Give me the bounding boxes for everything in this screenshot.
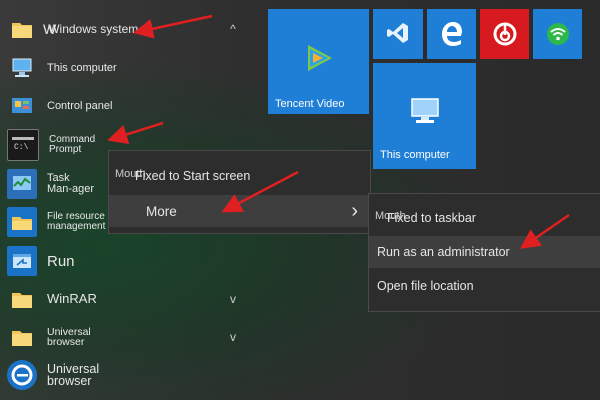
menu-item-open-file-location[interactable]: Open file location [369, 270, 600, 302]
menu-item-label: Fixed to Start screen [135, 169, 251, 183]
menu-item-label: Run as an administrator [377, 245, 510, 259]
chevron-down-icon[interactable]: v [226, 330, 240, 344]
tile-wifi[interactable] [533, 9, 582, 59]
app-label: Run [47, 252, 75, 270]
app-label: Universal browser [47, 326, 91, 348]
command-prompt-icon: C:\ [7, 129, 39, 161]
chevron-up-icon[interactable]: ^ [226, 22, 240, 36]
app-label: Control panel [47, 100, 113, 112]
folder-icon [7, 14, 37, 44]
wifi-icon [547, 23, 569, 45]
chevron-down-icon[interactable]: v [226, 292, 240, 306]
run-icon [7, 246, 37, 276]
tile-label: Tencent Video [275, 98, 345, 110]
computer-icon [411, 98, 439, 123]
app-label: Task Man-ager [47, 172, 95, 195]
chevron-right-icon: › [351, 200, 358, 222]
group-universal-browser[interactable]: Universal browser v [0, 318, 250, 356]
submenu: Mouth Fixed to taskbar Run as an adminis… [368, 193, 600, 312]
menu-item-run-as-admin[interactable]: Run as an administrator [369, 236, 600, 268]
app-file-explorer[interactable]: File resource management [0, 203, 115, 241]
app-label: This computer [47, 62, 117, 74]
svg-text:C:\: C:\ [14, 143, 29, 152]
file-explorer-icon [7, 207, 37, 237]
menu-item-label: Open file location [377, 279, 474, 293]
folder-icon [7, 284, 37, 314]
group-label: Windows system [48, 22, 139, 36]
app-label: Universal browser [47, 362, 100, 388]
app-this-computer[interactable]: This computer [0, 49, 117, 87]
app-command-prompt[interactable]: C:\ Command Prompt [0, 126, 119, 164]
computer-icon [7, 53, 37, 83]
netease-music-icon [493, 22, 517, 46]
tile-edge[interactable] [427, 9, 476, 59]
menu-item-pin-start[interactable]: Mouth Fixed to Start screen [109, 160, 370, 192]
app-task-manager[interactable]: Task Man-ager [0, 165, 95, 203]
tile-visual-studio[interactable] [373, 9, 423, 59]
group-winrar[interactable]: WinRAR v [0, 280, 250, 318]
tile-this-computer[interactable]: This computer [373, 63, 476, 169]
task-manager-icon [7, 169, 37, 199]
app-control-panel[interactable]: Control panel [0, 87, 112, 125]
visual-studio-icon [387, 23, 408, 43]
app-run[interactable]: Run [0, 242, 75, 280]
control-panel-icon [7, 91, 37, 121]
group-windows-system[interactable]: W Windows system ^ [0, 10, 250, 48]
tile-label: This computer [380, 149, 450, 161]
app-label: WinRAR [47, 291, 97, 306]
app-universal-browser[interactable]: Universal browser [0, 356, 109, 394]
folder-icon [7, 322, 37, 352]
edge-icon [442, 22, 462, 46]
tencent-video-icon [308, 45, 332, 71]
menu-item-label: Fixed to taskbar [387, 211, 476, 225]
context-menu: Mouth Fixed to Start screen More › [108, 150, 371, 234]
menu-item-pin-taskbar[interactable]: Mouth Fixed to taskbar [369, 202, 600, 234]
menu-item-label: More [146, 203, 177, 219]
tile-tencent-video[interactable]: Tencent Video [268, 9, 369, 114]
edge-icon [7, 360, 37, 390]
tile-netease-music[interactable] [480, 9, 529, 59]
app-label: File resource management [47, 211, 106, 232]
menu-item-more[interactable]: More › [109, 195, 370, 227]
